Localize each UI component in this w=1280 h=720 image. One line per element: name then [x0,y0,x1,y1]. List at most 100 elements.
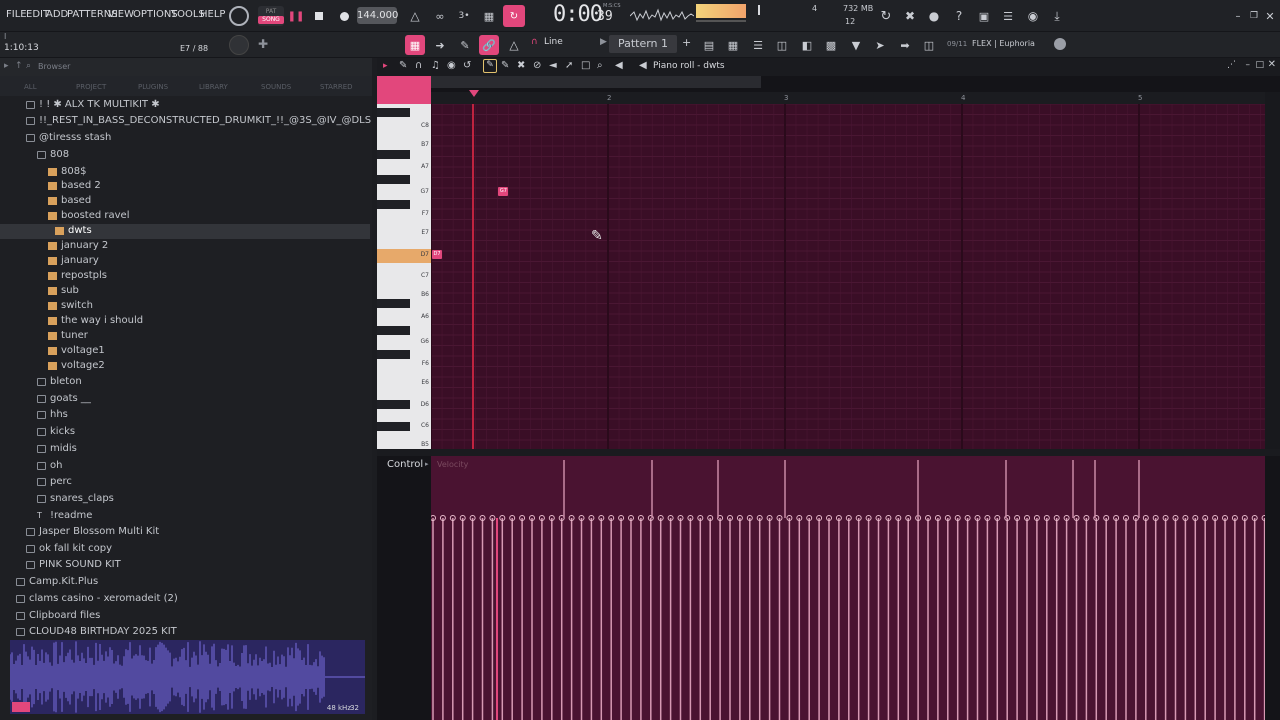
control-label[interactable]: Control [387,459,423,470]
download-icon[interactable]: ⤓ [1047,6,1067,26]
pr-options-icon[interactable]: ⋰ [1227,60,1236,70]
tempo-display[interactable]: 144.000 [357,7,398,24]
record-button[interactable] [334,6,354,26]
playhead-marker-icon[interactable] [469,90,479,97]
sample-preview-waveform[interactable]: 48 kHz 32 [10,640,365,714]
tab-all[interactable]: ALL [24,83,37,91]
browser-item[interactable]: hhs [0,408,370,423]
save-icon[interactable]: ▣ [974,6,994,26]
tab-plugins[interactable]: PLUGINS [138,83,168,91]
browser-item[interactable]: based 2 [0,179,370,194]
pr-pencil-tool-icon[interactable]: ✎ [483,59,497,73]
browser-up-icon[interactable]: ↑ [15,61,23,71]
black-key[interactable] [377,350,410,359]
browser-item[interactable]: 808 [0,148,370,163]
browser-item[interactable]: oh [0,459,370,474]
playlist-arrow-icon[interactable]: ➜ [430,35,450,55]
black-key[interactable] [377,108,410,117]
metronome-icon[interactable]: △ [405,6,425,26]
project-icon[interactable]: ▩ [821,35,841,55]
link-icon[interactable]: 🔗 [479,35,499,55]
plugin-news[interactable]: FLEX | Euphoria [972,39,1035,48]
plugin-picker-icon[interactable]: ➡ [895,35,915,55]
menu-add[interactable]: ADD [46,9,68,20]
preview-play-icon[interactable] [12,702,30,712]
pr-delete-tool-icon[interactable]: ✖ [517,60,525,71]
browser-item[interactable]: !!_REST_IN_BASS_DECONSTRUCTED_DRUMKIT_!!… [0,114,371,129]
browser-item[interactable]: midis [0,442,370,457]
browser-item[interactable]: ! ! ✱ ALX TK MULTIKIT ✱ [0,98,370,113]
pr-paint-tool-icon[interactable]: ✎ [501,60,509,71]
browser-tree-icon[interactable]: ◧ [797,35,817,55]
pr-speaker-icon[interactable]: ◀ [615,60,623,71]
tab-library[interactable]: LIBRARY [199,83,228,91]
pitch-knob[interactable] [229,35,249,55]
browser-item[interactable]: Clipboard files [0,609,370,624]
menu-view[interactable]: VIEW [108,9,134,20]
pr-play-icon[interactable]: ♫ [431,60,440,71]
piano-roll-view-icon[interactable]: ▦ [405,35,425,55]
browser-item[interactable]: january 2 [0,239,370,254]
black-key[interactable] [377,299,410,308]
black-key[interactable] [377,422,410,431]
browser-item[interactable]: dwts [0,224,370,239]
browser-item[interactable]: boosted ravel [0,209,370,224]
pr-slice-tool-icon[interactable]: ◄ [549,60,557,71]
browser-item[interactable]: T !readme [0,509,370,524]
browser-item[interactable]: based [0,194,370,209]
mixer-view-icon[interactable]: ◫ [772,35,792,55]
velocity-lane[interactable]: Velocity [431,456,1265,720]
tab-starred[interactable]: STARRED [320,83,353,91]
pr-close-icon[interactable]: ✕ [1268,59,1276,70]
mixer-icon[interactable]: ☰ [998,6,1018,26]
pr-search-icon[interactable]: ⌕ [597,60,603,71]
pr-zoom-tool-icon[interactable]: □ [581,60,590,71]
note-block[interactable]: G7 [498,187,509,196]
browser-item[interactable]: @tiresss stash [0,131,370,146]
browser-item[interactable]: january [0,254,370,269]
account-icon[interactable] [1054,38,1066,50]
pr-splitter[interactable] [377,449,1280,456]
stop-button[interactable] [309,6,329,26]
pr-magnet-icon[interactable]: ∩ [415,60,422,71]
browser-item[interactable]: kicks [0,425,370,440]
black-key[interactable] [377,400,410,409]
note-block[interactable]: D7 [432,250,442,259]
tab-project[interactable]: PROJECT [76,83,106,91]
close-icon[interactable]: ✕ [1260,6,1280,26]
pr-maximize-icon[interactable]: □ [1255,60,1264,70]
countdown-icon[interactable]: 3• [454,6,474,26]
browser-item[interactable]: the way i should [0,314,370,329]
pr-timeline[interactable]: 2 3 4 5 [431,90,1265,104]
browser-item[interactable]: sub [0,284,370,299]
browser-item[interactable]: goats __ [0,392,370,407]
pr-draw-tool-icon[interactable]: ✎ [399,60,407,71]
pr-select-tool-icon[interactable]: ➚ [565,60,573,71]
pattern-prev-arrow-icon[interactable]: ▶ [600,37,607,47]
pat-song-toggle[interactable]: PAT SONG [258,6,284,26]
tools-icon[interactable]: ✖ [900,6,920,26]
browser-item[interactable]: clams casino - xeromadeit (2) [0,592,370,607]
browser-search-icon[interactable]: ⌕ [26,61,31,71]
channel-rack-icon[interactable]: ☰ [748,35,768,55]
master-volume-knob[interactable] [229,6,249,26]
shop-icon[interactable]: ◫ [919,35,939,55]
menu-file[interactable]: FILE [6,9,27,20]
chat-icon[interactable]: ◉ [1023,6,1043,26]
refresh-icon[interactable]: ↻ [876,6,896,26]
browser-item[interactable]: Jasper Blossom Multi Kit [0,525,370,540]
browser-item[interactable]: perc [0,475,370,490]
browser-item[interactable]: voltage2 [0,359,370,374]
plugin-icon[interactable]: ▼ [846,35,866,55]
browser-item[interactable]: bleton [0,375,370,390]
pr-minimize-icon[interactable]: – [1246,60,1251,70]
wait-for-input-icon[interactable]: ∞ [430,6,450,26]
control-arrow-icon[interactable]: ▸ [425,460,429,468]
piano-keyboard[interactable]: C8 B7 A7 G7 F7 E7 D7 C7 B6 A6 G6 F6 E6 D6 C6 B5 [377,104,431,449]
browser-item[interactable]: voltage1 [0,344,370,359]
play-pause-button[interactable]: ❚❚ [286,6,306,26]
pencil-icon[interactable]: ✎ [455,35,475,55]
pr-tool-preview[interactable] [377,76,431,104]
blend-notes-icon[interactable]: ▦ [479,6,499,26]
browser-item[interactable]: repostpls [0,269,370,284]
